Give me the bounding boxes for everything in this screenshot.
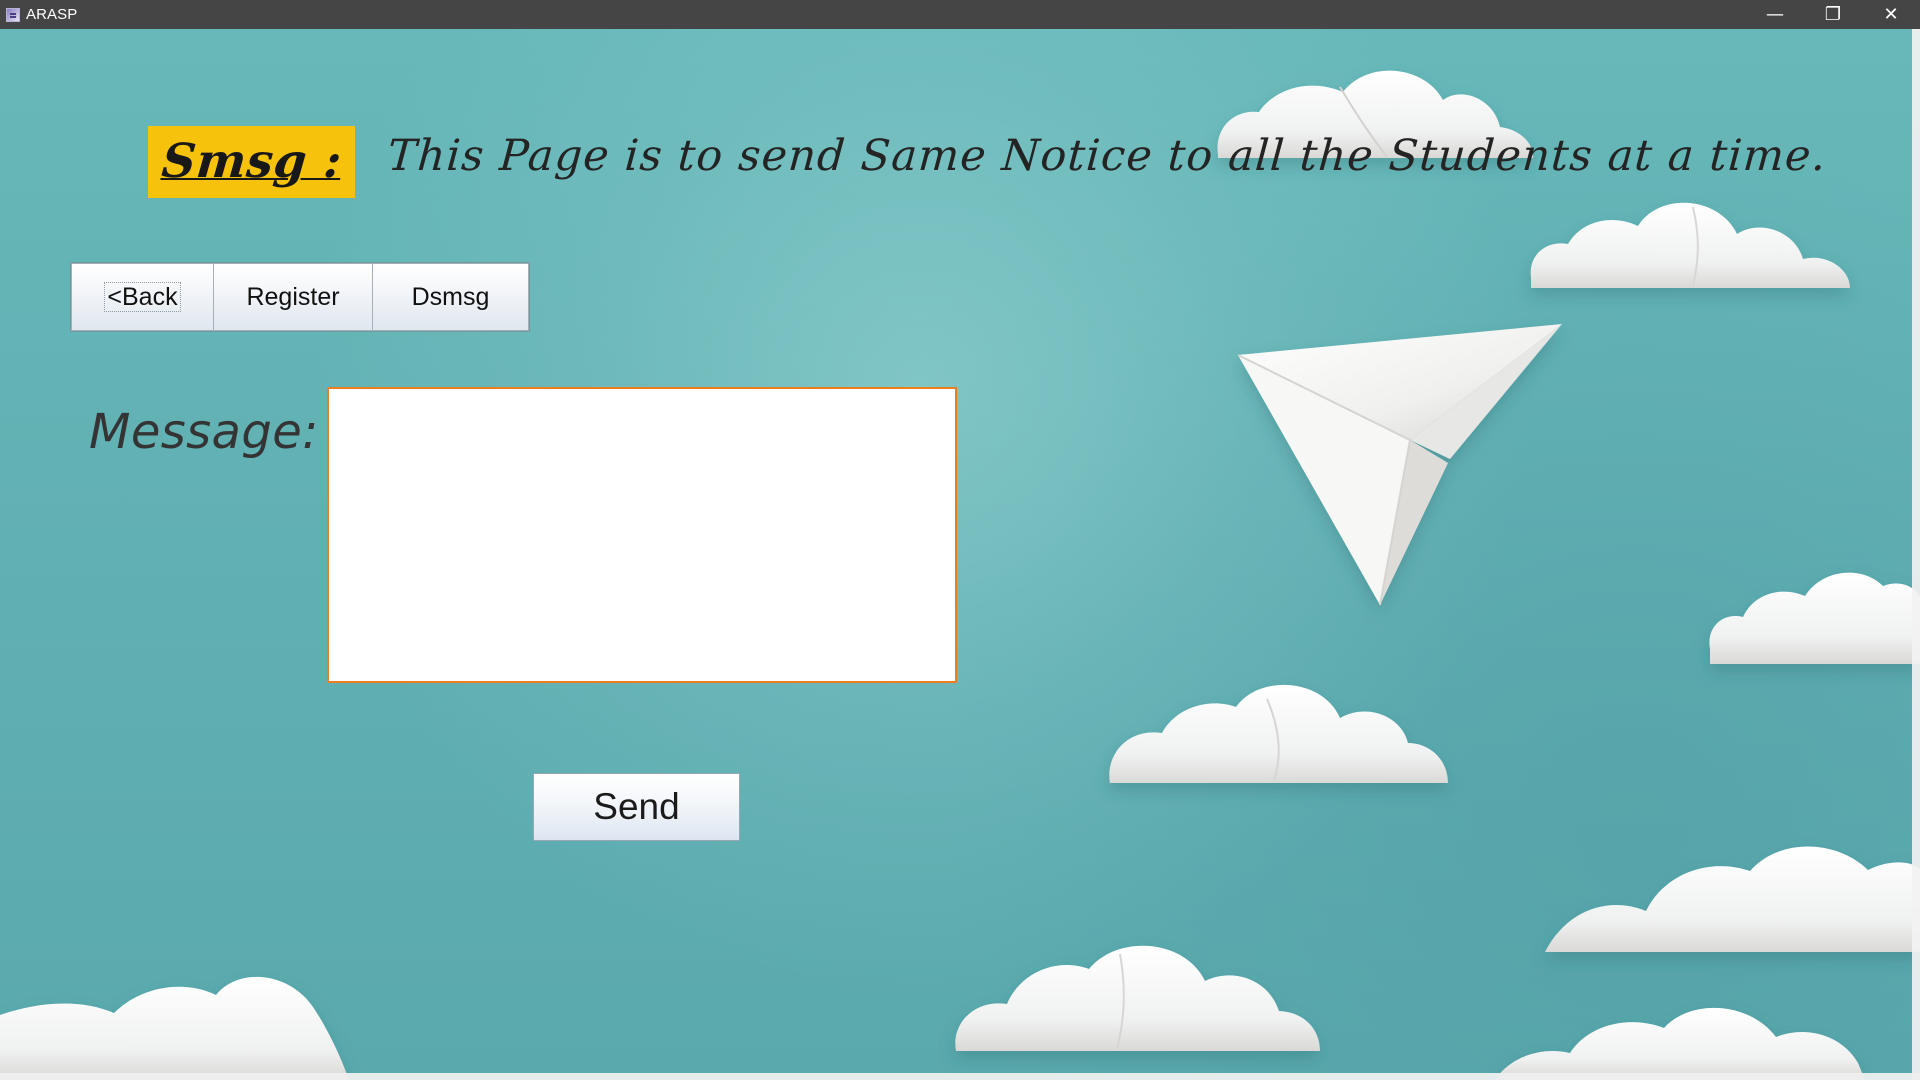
cloud-upper-right: [1530, 202, 1850, 288]
window-controls: — ❐ ✕: [1746, 0, 1920, 29]
dsmsg-button-label: Dsmsg: [411, 282, 490, 311]
bottom-edge-strip: [0, 1073, 1920, 1080]
message-textarea[interactable]: [327, 387, 957, 683]
cloud-right-middle: [1709, 572, 1920, 664]
page-badge: Smsg :: [148, 126, 355, 198]
java-app-icon: [6, 7, 20, 22]
top-navigation-buttons: <Back Register Dsmsg: [71, 263, 529, 331]
send-button[interactable]: Send: [533, 773, 740, 841]
back-button-label: <Back: [104, 282, 181, 312]
cloud-bottom-left: [0, 976, 349, 1080]
cloud-bottom-right: [1545, 846, 1920, 952]
back-button[interactable]: <Back: [71, 263, 213, 331]
cloud-bottom-far-right: [1495, 1007, 1865, 1080]
app-window: ARASP — ❐ ✕ Smsg: This Page is to send …: [0, 0, 1920, 1080]
minimize-button[interactable]: —: [1746, 0, 1804, 29]
paper-plane: [1237, 324, 1562, 606]
page-description: This Page is to send Same Notice to all …: [386, 131, 1829, 181]
register-button-label: Register: [246, 282, 340, 311]
restore-button[interactable]: ❐: [1804, 0, 1862, 29]
message-label: Message:: [89, 404, 319, 460]
register-button[interactable]: Register: [213, 263, 372, 331]
close-button[interactable]: ✕: [1862, 0, 1920, 29]
cloud-center-lower: [1109, 684, 1448, 784]
window-title-bar: ARASP — ❐ ✕: [0, 0, 1920, 29]
dsmsg-button[interactable]: Dsmsg: [372, 263, 529, 331]
window-title: ARASP: [26, 6, 78, 23]
right-edge-strip: [1912, 29, 1920, 1080]
send-button-label: Send: [593, 786, 680, 827]
page-badge-text: Smsg :: [159, 133, 344, 189]
cloud-bottom-center: [955, 945, 1320, 1051]
